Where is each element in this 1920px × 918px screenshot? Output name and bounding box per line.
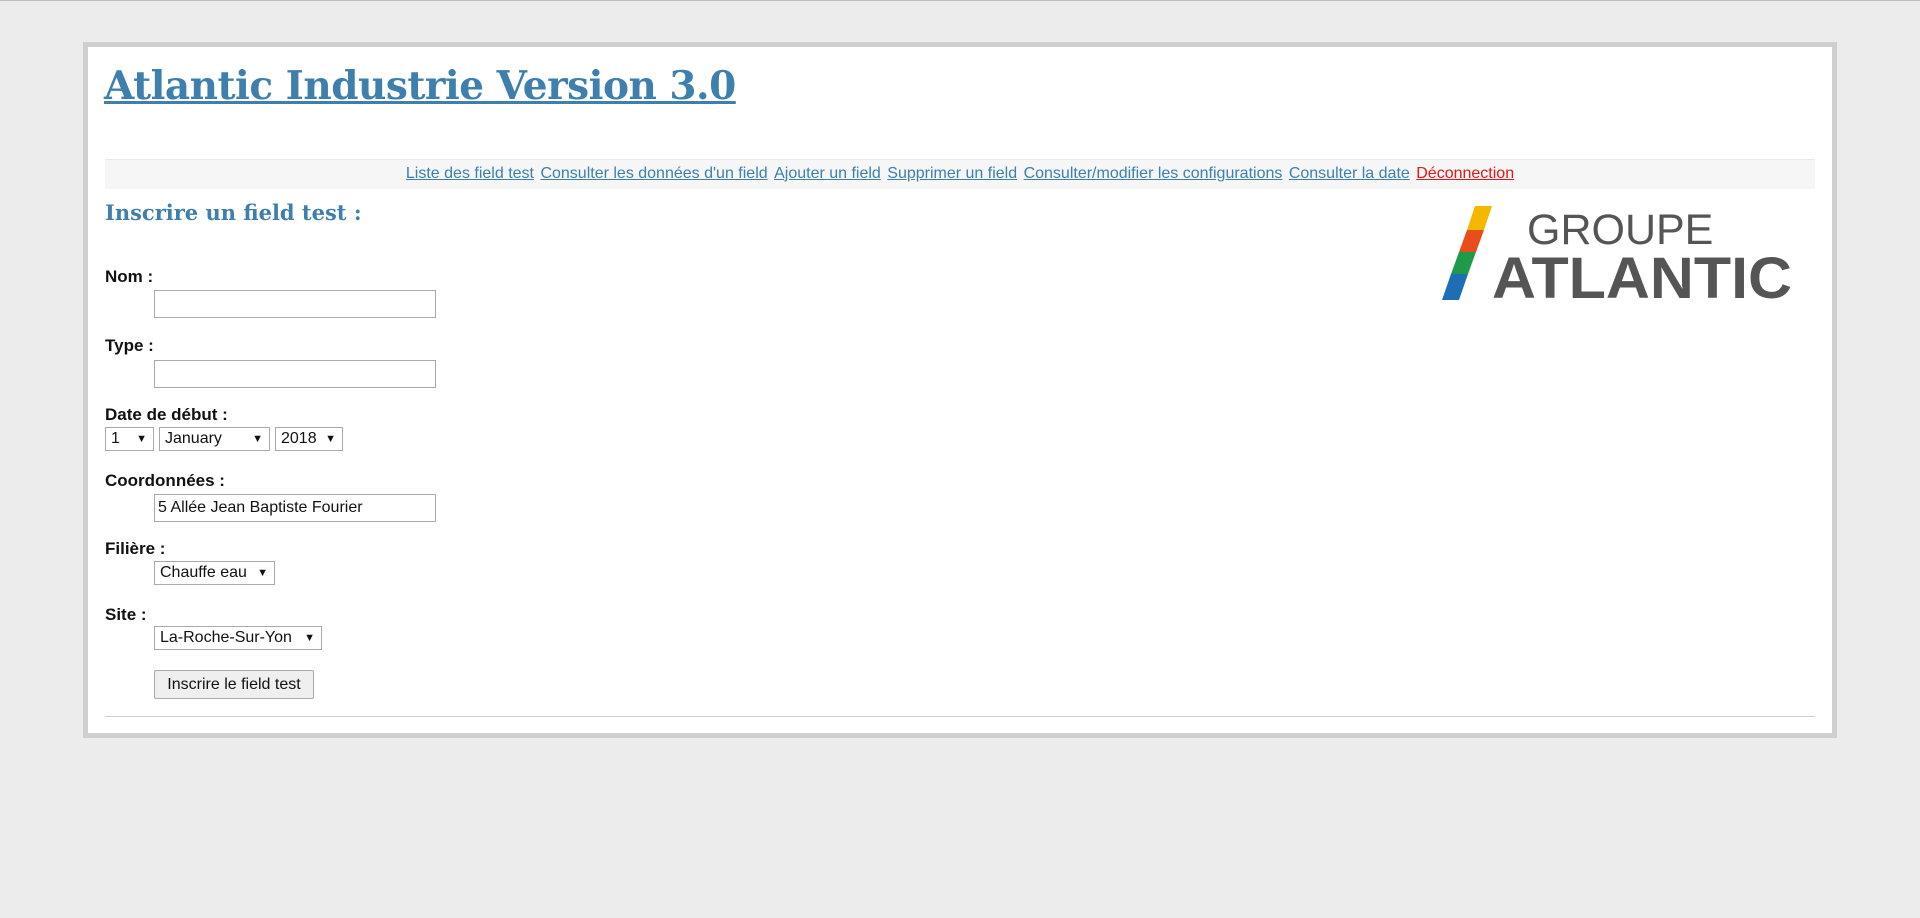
- nav-link-field-test-list[interactable]: Liste des field test: [406, 165, 534, 182]
- type-input[interactable]: [154, 360, 436, 388]
- date-label: Date de début :: [105, 405, 228, 424]
- nav-link-view-field-data[interactable]: Consulter les données d'un field: [540, 165, 767, 182]
- day-select-value: 1: [111, 430, 120, 447]
- bottom-divider: [105, 716, 1815, 717]
- chevron-down-icon: ▼: [325, 433, 336, 445]
- type-label: Type :: [105, 336, 154, 355]
- filiere-label: Filière :: [105, 539, 166, 558]
- groupe-atlantic-logo: GROUPE ATLANTIC: [1442, 206, 1792, 302]
- nom-input[interactable]: [154, 290, 436, 318]
- filiere-select-value: Chauffe eau: [160, 564, 247, 581]
- year-select[interactable]: 2018 ▼: [275, 427, 343, 451]
- top-border-line: [0, 0, 1920, 1]
- month-select[interactable]: January ▼: [159, 427, 270, 451]
- chevron-down-icon: ▼: [304, 632, 315, 644]
- form-title: Inscrire un field test :: [105, 200, 362, 225]
- nav-link-add-field[interactable]: Ajouter un field: [774, 165, 881, 182]
- navigation-bar: Liste des field test Consulter les donné…: [105, 159, 1815, 189]
- site-label: Site :: [105, 605, 147, 624]
- day-select[interactable]: 1 ▼: [105, 427, 154, 451]
- logo-text-atlantic: ATLANTIC: [1492, 246, 1792, 302]
- nav-link-view-date[interactable]: Consulter la date: [1289, 165, 1410, 182]
- logo-stripe-green: [1451, 252, 1476, 274]
- submit-field-test-button[interactable]: Inscrire le field test: [154, 670, 314, 699]
- chevron-down-icon: ▼: [252, 433, 263, 445]
- filiere-select[interactable]: Chauffe eau ▼: [154, 561, 275, 585]
- nav-link-logout[interactable]: Déconnection: [1416, 165, 1514, 182]
- year-select-value: 2018: [281, 430, 317, 447]
- nav-link-delete-field[interactable]: Supprimer un field: [887, 165, 1017, 182]
- nom-label: Nom :: [105, 267, 154, 286]
- site-select[interactable]: La-Roche-Sur-Yon ▼: [154, 626, 322, 650]
- site-select-value: La-Roche-Sur-Yon: [160, 629, 292, 646]
- logo-stripe-yellow: [1467, 206, 1492, 230]
- chevron-down-icon: ▼: [136, 433, 147, 445]
- coords-input[interactable]: [154, 494, 436, 522]
- coords-label: Coordonnées :: [105, 471, 225, 490]
- logo-stripe-red: [1459, 230, 1484, 252]
- month-select-value: January: [165, 430, 222, 447]
- main-container: Atlantic Industrie Version 3.0 Liste des…: [83, 42, 1837, 738]
- nav-link-configurations[interactable]: Consulter/modifier les configurations: [1024, 165, 1283, 182]
- chevron-down-icon: ▼: [257, 567, 268, 579]
- site-title-link[interactable]: Atlantic Industrie Version 3.0: [104, 63, 736, 109]
- logo-stripe-blue: [1442, 274, 1468, 300]
